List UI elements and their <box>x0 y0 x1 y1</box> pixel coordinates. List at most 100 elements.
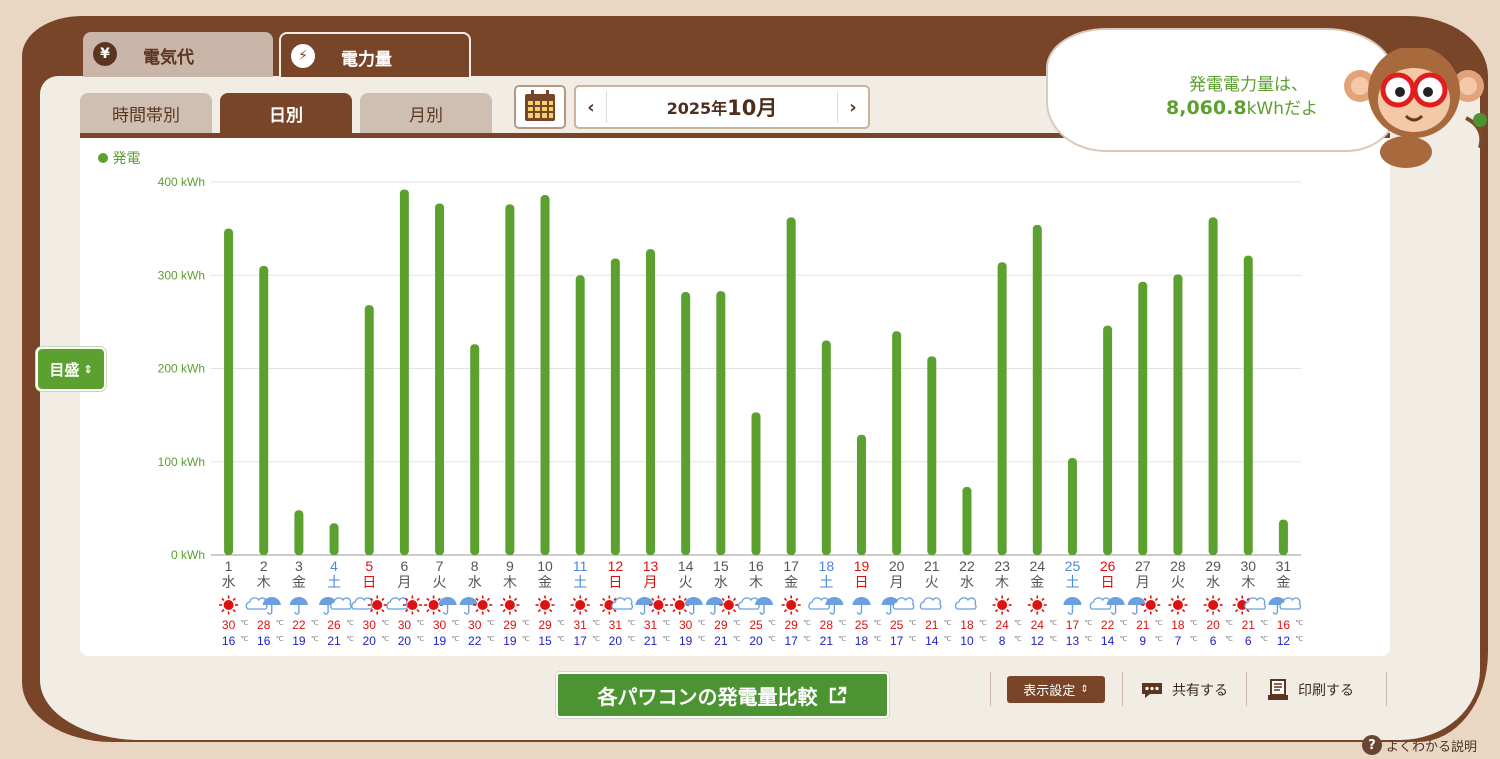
day-label: 30 <box>1240 558 1256 574</box>
umbrella-icon <box>705 597 724 605</box>
bar-day-2[interactable] <box>259 265 269 555</box>
temp-unit: ℃ <box>311 620 319 627</box>
sun-icon <box>723 600 734 610</box>
sun-ray <box>381 597 385 601</box>
bar-day-3[interactable] <box>294 510 304 555</box>
temp-low: 16 <box>257 634 271 648</box>
sun-ray <box>475 609 479 613</box>
sun-ray <box>513 597 518 601</box>
bar-day-5[interactable] <box>364 305 374 555</box>
bar-day-26[interactable] <box>1103 325 1113 555</box>
temp-unit: ℃ <box>1190 620 1198 627</box>
temp-high: 29 <box>503 618 517 632</box>
sun-icon <box>653 600 664 610</box>
bar-day-21[interactable] <box>927 356 937 555</box>
weekday-label: 木 <box>749 574 763 590</box>
temp-unit: ℃ <box>873 620 881 627</box>
bar-day-1[interactable] <box>224 228 234 555</box>
sun-ray <box>1234 609 1239 613</box>
temp-low: 19 <box>292 634 306 648</box>
bar-day-23[interactable] <box>997 262 1007 555</box>
sun-ray <box>475 597 479 601</box>
bar-day-7[interactable] <box>435 203 445 555</box>
temp-high: 30 <box>679 618 693 632</box>
umbrella-icon <box>635 597 654 605</box>
bar-day-10[interactable] <box>540 195 550 555</box>
bar-day-30[interactable] <box>1243 255 1253 556</box>
weekday-label: 土 <box>1065 574 1079 590</box>
temp-high: 30 <box>222 618 236 632</box>
sun-ray <box>572 597 577 601</box>
umbrella-handle <box>323 605 329 615</box>
day-label: 14 <box>678 558 694 574</box>
temp-unit: ℃ <box>909 636 917 643</box>
scale-selector[interactable]: 目盛 ⇕ <box>36 347 106 391</box>
day-label: 4 <box>330 558 338 574</box>
day-label: 31 <box>1276 558 1292 574</box>
temp-high: 21 <box>1242 618 1256 632</box>
bar-day-12[interactable] <box>610 258 620 555</box>
sun-ray <box>1181 597 1186 601</box>
temp-unit: ℃ <box>1120 636 1128 643</box>
bar-day-25[interactable] <box>1067 458 1077 555</box>
temp-unit: ℃ <box>522 620 530 627</box>
bar-day-9[interactable] <box>505 204 515 555</box>
bar-day-28[interactable] <box>1173 274 1183 555</box>
temp-high: 18 <box>1171 618 1185 632</box>
temp-high: 16 <box>1277 618 1291 632</box>
temp-unit: ℃ <box>979 636 987 643</box>
temp-unit: ℃ <box>698 636 706 643</box>
temp-high: 25 <box>890 618 904 632</box>
umbrella-handle <box>1272 605 1279 615</box>
temp-unit: ℃ <box>487 620 495 627</box>
bar-day-27[interactable] <box>1138 281 1148 555</box>
bar-day-29[interactable] <box>1208 217 1218 555</box>
bar-day-20[interactable] <box>892 331 902 555</box>
day-label: 15 <box>713 558 729 574</box>
bar-day-31[interactable] <box>1278 519 1288 555</box>
temp-low: 19 <box>433 634 447 648</box>
umbrella-handle <box>885 605 892 615</box>
temp-unit: ℃ <box>1014 620 1022 627</box>
temp-low: 17 <box>574 634 588 648</box>
temp-unit: ℃ <box>557 636 565 643</box>
bar-day-15[interactable] <box>716 291 726 555</box>
compare-inverters-button[interactable]: 各パワコンの発電量比較 <box>556 672 889 718</box>
temp-unit: ℃ <box>346 620 354 627</box>
weekday-label: 日 <box>608 574 622 590</box>
umbrella-icon <box>825 597 844 605</box>
sun-icon <box>540 600 551 610</box>
temp-low: 21 <box>644 634 658 648</box>
weekday-label: 月 <box>890 574 904 590</box>
temp-high: 29 <box>784 618 798 632</box>
sun-ray <box>1217 597 1221 601</box>
temp-high: 21 <box>925 618 939 632</box>
temp-unit: ℃ <box>1155 636 1163 643</box>
sun-ray <box>672 597 676 601</box>
temp-unit: ℃ <box>416 636 424 643</box>
bar-day-24[interactable] <box>1032 224 1042 555</box>
bar-day-16[interactable] <box>751 412 761 555</box>
bar-day-4[interactable] <box>329 523 339 555</box>
bar-day-11[interactable] <box>575 275 585 555</box>
print-button[interactable]: 印刷する <box>1266 676 1354 703</box>
bar-day-13[interactable] <box>646 249 656 555</box>
print-label: 印刷する <box>1298 682 1354 699</box>
help-link[interactable]: ? よくわかる説明 <box>1362 734 1477 756</box>
umbrella-icon <box>852 597 871 605</box>
bar-day-8[interactable] <box>470 344 480 555</box>
umbrella-icon <box>262 597 281 605</box>
bar-day-18[interactable] <box>821 340 831 555</box>
bar-day-22[interactable] <box>962 486 972 555</box>
sun-ray <box>221 609 225 613</box>
bar-day-17[interactable] <box>786 217 796 555</box>
sun-ray <box>584 609 588 613</box>
day-label: 20 <box>889 558 905 574</box>
share-button[interactable]: 共有する <box>1140 676 1228 703</box>
temp-unit: ℃ <box>487 636 495 643</box>
bar-day-19[interactable] <box>856 434 866 555</box>
temp-high: 30 <box>398 618 412 632</box>
display-settings-select[interactable]: 表示設定 ⇕ <box>1007 676 1105 703</box>
bar-day-14[interactable] <box>681 292 691 555</box>
bar-day-6[interactable] <box>399 189 409 555</box>
